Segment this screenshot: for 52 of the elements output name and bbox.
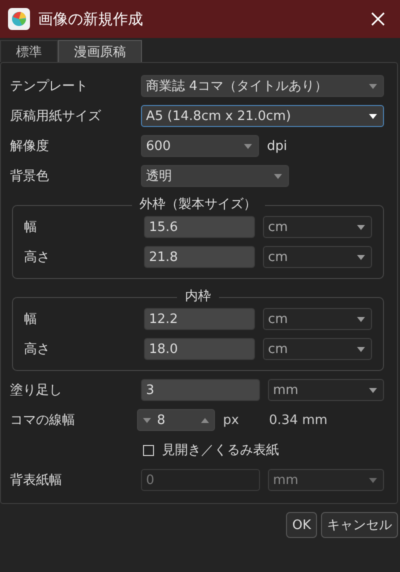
- field-label: 背表紙幅: [10, 472, 63, 489]
- dropdown[interactable]: 透明: [141, 165, 289, 187]
- field-label: 高さ: [24, 249, 51, 266]
- field-label: 背景色: [10, 168, 50, 185]
- unit-dropdown[interactable]: cm: [263, 216, 372, 238]
- dialog-button[interactable]: キャンセル: [321, 512, 398, 538]
- input-field[interactable]: 15.6: [144, 216, 255, 238]
- field-label: 高さ: [24, 341, 51, 358]
- app-icon: [8, 8, 30, 30]
- caret-icon: [357, 316, 365, 322]
- close-icon[interactable]: [370, 11, 386, 27]
- field-label: 幅: [24, 219, 38, 236]
- conversion-text: 0.34 mm: [269, 412, 328, 428]
- dialog-button[interactable]: OK: [286, 512, 317, 538]
- number-spinner[interactable]: 8: [137, 409, 215, 431]
- caret-icon: [369, 388, 377, 392]
- caret-icon: [244, 144, 252, 148]
- tab[interactable]: 標準: [0, 40, 58, 62]
- caret-icon: [274, 174, 282, 178]
- unit-dropdown[interactable]: mm: [268, 379, 384, 401]
- caret-icon: [357, 254, 365, 260]
- unit-dropdown[interactable]: cm: [263, 308, 372, 330]
- tab[interactable]: 漫画原稿: [58, 40, 142, 62]
- caret-icon: [357, 224, 365, 230]
- checkbox-label: 見開き／くるみ表紙: [162, 442, 279, 459]
- caret-icon: [369, 478, 377, 482]
- checkbox[interactable]: [143, 444, 154, 456]
- input-field[interactable]: 3: [141, 379, 260, 401]
- input-field[interactable]: 21.8: [144, 246, 255, 268]
- caret-icon: [369, 114, 377, 118]
- field-label: 幅: [24, 311, 38, 328]
- dropdown[interactable]: 600: [141, 135, 259, 157]
- input-field[interactable]: 18.0: [144, 338, 255, 360]
- group-title: 内枠: [177, 289, 219, 304]
- field-label: 塗り足し: [10, 382, 63, 399]
- input-field[interactable]: 12.2: [144, 308, 255, 330]
- unit-dropdown[interactable]: cm: [263, 338, 372, 360]
- unit-label: px: [223, 412, 240, 428]
- caret-icon: [143, 418, 151, 422]
- field-label: 原稿用紙サイズ: [10, 108, 102, 125]
- field-label: テンプレート: [10, 78, 89, 95]
- dropdown[interactable]: 商業誌 4コマ（タイトルあり）: [141, 75, 384, 97]
- dropdown[interactable]: A5 (14.8cm x 21.0cm): [141, 105, 384, 127]
- window-title: 画像の新規作成: [38, 10, 144, 28]
- field-label: コマの線幅: [10, 412, 76, 429]
- caret-icon: [357, 346, 365, 352]
- unit-label: dpi: [267, 138, 288, 154]
- caret-icon: [369, 84, 377, 88]
- unit-dropdown[interactable]: cm: [263, 246, 372, 268]
- field-label: 解像度: [10, 138, 50, 155]
- group-title: 外枠（製本サイズ）: [132, 197, 264, 212]
- caret-icon: [201, 418, 209, 422]
